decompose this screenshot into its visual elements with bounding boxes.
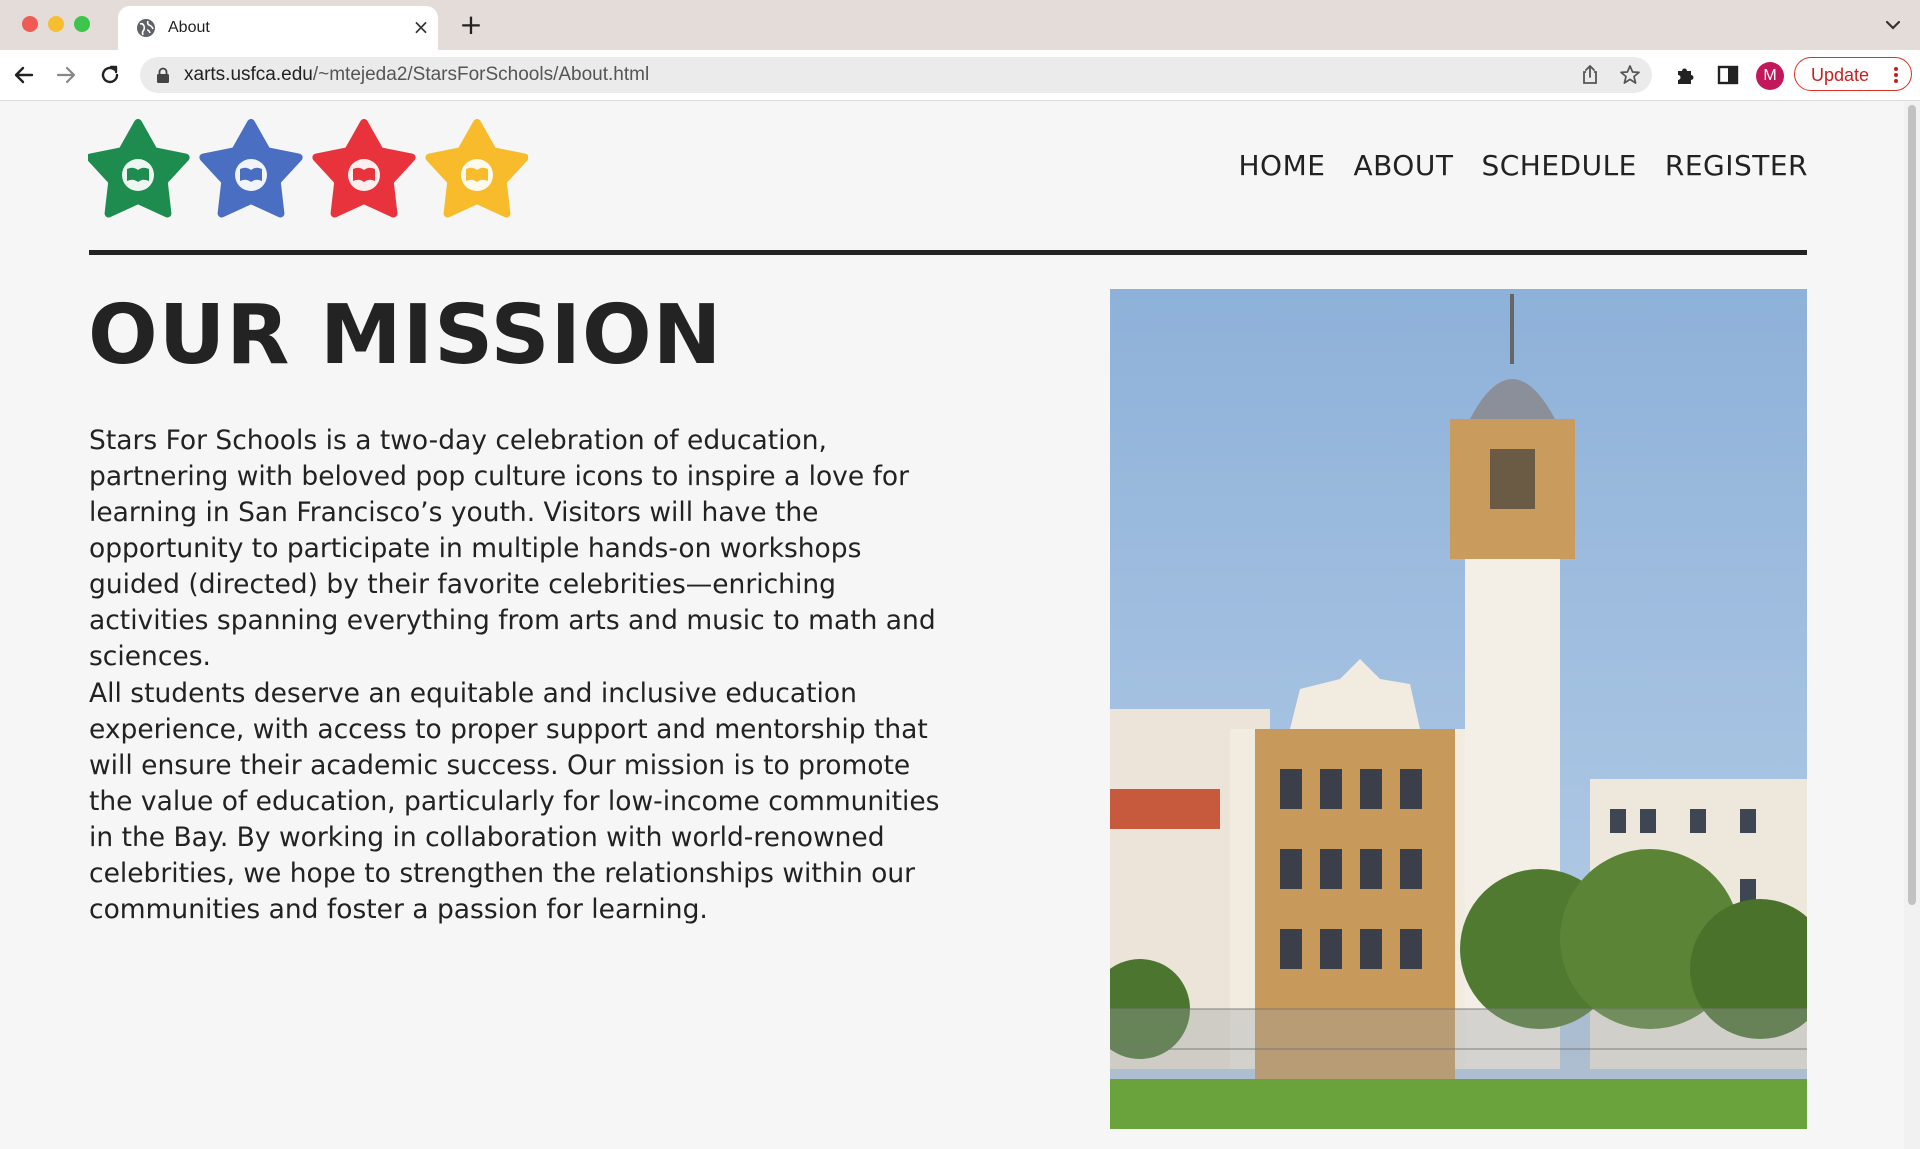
globe-icon	[137, 19, 155, 37]
logo-star	[425, 119, 528, 218]
logo-star	[88, 119, 190, 218]
address-bar[interactable]: xarts.usfca.edu/~mtejeda2/StarsForSchool…	[140, 57, 1652, 93]
forward-arrow-icon[interactable]	[52, 61, 80, 89]
share-icon[interactable]	[1578, 63, 1602, 87]
new-tab-button[interactable]: +	[456, 10, 486, 40]
chevron-down-icon[interactable]	[1882, 14, 1904, 36]
mission-paragraph-1: Stars For Schools is a two-day celebrati…	[89, 425, 936, 672]
browser-window: About × + xarts.usfca.edu/~mtejeda2/Star…	[0, 0, 1920, 1149]
nav-home[interactable]: HOME	[1238, 149, 1325, 182]
page-heading: OUR MISSION	[88, 288, 723, 383]
tab-about[interactable]: About ×	[118, 6, 438, 50]
nav-schedule[interactable]: SCHEDULE	[1481, 149, 1636, 182]
scrollbar-thumb[interactable]	[1908, 105, 1916, 905]
header-divider	[89, 250, 1807, 255]
url-path: /~mtejeda2/StarsForSchools/About.html	[312, 64, 650, 85]
url-host: xarts.usfca.edu	[184, 64, 313, 85]
nav-register[interactable]: REGISTER	[1665, 149, 1808, 182]
main-nav: HOME ABOUT SCHEDULE REGISTER	[1238, 149, 1808, 182]
extensions-icon[interactable]	[1672, 61, 1700, 89]
mission-paragraph-2: All students deserve an equitable and in…	[89, 678, 940, 925]
lock-icon[interactable]	[156, 67, 170, 83]
profile-avatar[interactable]: M	[1756, 62, 1784, 90]
close-window-button[interactable]	[22, 16, 38, 32]
minimize-window-button[interactable]	[48, 16, 64, 32]
school-building-photo	[1110, 289, 1807, 1129]
side-panel-icon[interactable]	[1714, 61, 1742, 89]
page-scrollbar[interactable]	[1904, 101, 1920, 1149]
back-arrow-icon[interactable]	[10, 61, 38, 89]
reload-icon[interactable]	[96, 61, 124, 89]
tab-close-button[interactable]: ×	[408, 14, 434, 40]
logo-star	[312, 119, 416, 218]
maximize-window-button[interactable]	[74, 16, 90, 32]
web-page: HOME ABOUT SCHEDULE REGISTER OUR MISSION…	[0, 101, 1904, 1149]
url-text[interactable]: xarts.usfca.edu/~mtejeda2/StarsForSchool…	[184, 64, 649, 86]
browser-toolbar: xarts.usfca.edu/~mtejeda2/StarsForSchool…	[0, 50, 1920, 101]
logo-star	[199, 119, 303, 218]
bookmark-star-icon[interactable]	[1618, 63, 1642, 87]
tab-title: About	[168, 19, 210, 36]
nav-about[interactable]: ABOUT	[1353, 149, 1453, 182]
update-button[interactable]: Update	[1794, 57, 1912, 91]
update-label: Update	[1811, 65, 1870, 85]
stars-for-schools-logo[interactable]	[88, 119, 528, 219]
menu-dots-icon	[1894, 67, 1898, 83]
tab-strip: About × +	[0, 0, 1920, 50]
